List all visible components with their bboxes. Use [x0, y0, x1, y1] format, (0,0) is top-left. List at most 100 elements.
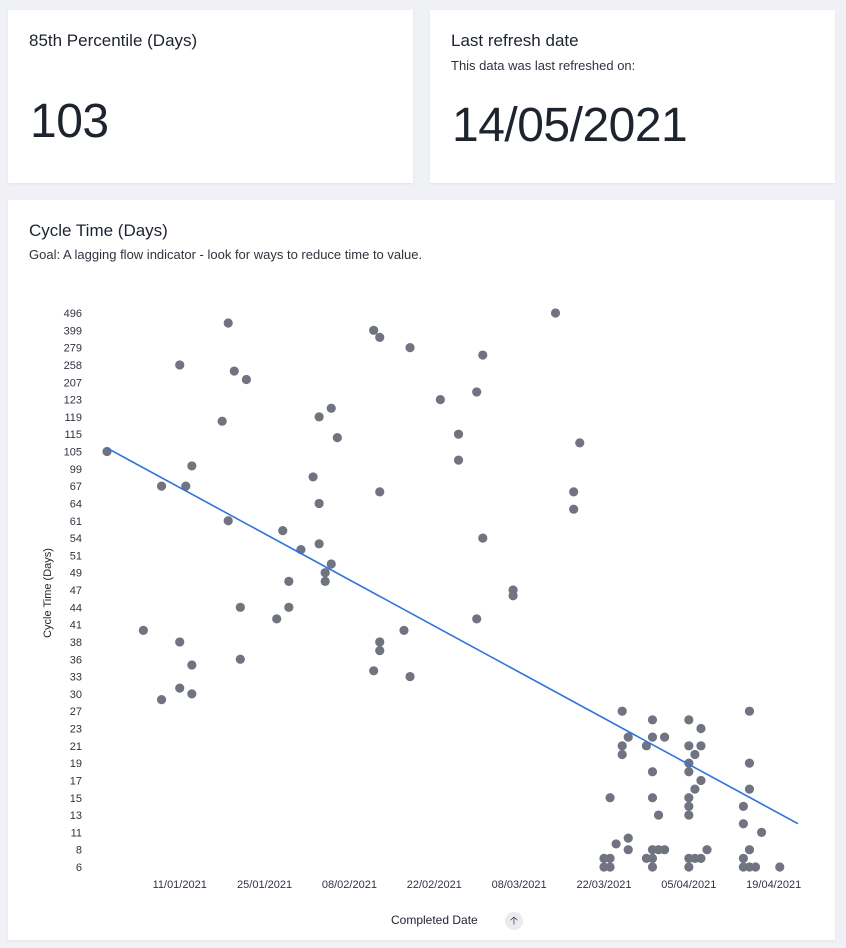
data-point[interactable] — [684, 793, 694, 803]
percentile-value: 103 — [30, 95, 109, 148]
data-point[interactable] — [175, 360, 185, 370]
data-point[interactable] — [284, 602, 294, 612]
data-point[interactable] — [756, 827, 767, 837]
data-point[interactable] — [617, 749, 627, 760]
data-point[interactable] — [375, 637, 385, 647]
data-point[interactable] — [575, 438, 585, 448]
data-point[interactable] — [611, 839, 621, 849]
x-tick-label: 22/03/2021 — [576, 879, 631, 891]
data-point[interactable] — [647, 715, 658, 725]
y-axis-title: Cycle Time (Days) — [42, 548, 54, 638]
data-point[interactable] — [550, 308, 561, 318]
data-point[interactable] — [241, 374, 251, 385]
data-point[interactable] — [653, 810, 664, 820]
data-point[interactable] — [775, 862, 785, 872]
data-point[interactable] — [278, 526, 288, 536]
data-point[interactable] — [738, 801, 748, 812]
data-point[interactable] — [696, 741, 706, 751]
data-point[interactable] — [605, 862, 615, 872]
refresh-card: Last refresh date This data was last ref… — [430, 10, 835, 183]
data-point[interactable] — [684, 767, 694, 777]
data-point[interactable] — [175, 683, 185, 693]
data-point[interactable] — [744, 784, 755, 794]
data-point[interactable] — [320, 576, 330, 586]
data-point[interactable] — [326, 403, 336, 413]
data-point[interactable] — [399, 625, 409, 635]
y-tick-label: 49 — [70, 568, 82, 580]
data-point[interactable] — [605, 853, 615, 863]
data-point[interactable] — [569, 504, 579, 514]
data-point[interactable] — [684, 801, 694, 812]
data-point[interactable] — [696, 853, 706, 863]
data-point[interactable] — [308, 472, 318, 482]
data-point[interactable] — [569, 487, 579, 497]
data-point[interactable] — [478, 533, 488, 543]
data-point[interactable] — [750, 862, 761, 872]
data-point[interactable] — [660, 845, 670, 855]
data-point[interactable] — [738, 819, 748, 829]
data-point[interactable] — [332, 433, 342, 443]
data-point[interactable] — [647, 853, 658, 863]
data-point[interactable] — [623, 845, 633, 855]
data-point[interactable] — [435, 394, 445, 405]
data-point[interactable] — [647, 767, 658, 777]
data-point[interactable] — [187, 461, 197, 471]
data-point[interactable] — [617, 706, 627, 716]
data-point[interactable] — [326, 559, 336, 569]
sort-button[interactable]: 🡡 — [505, 912, 523, 930]
data-point[interactable] — [369, 325, 379, 335]
data-point[interactable] — [690, 749, 700, 760]
data-point[interactable] — [684, 810, 694, 820]
data-point[interactable] — [405, 671, 415, 682]
data-point[interactable] — [375, 332, 385, 342]
data-point[interactable] — [647, 862, 658, 872]
data-point[interactable] — [508, 591, 518, 601]
data-point[interactable] — [235, 602, 245, 612]
data-point[interactable] — [314, 539, 324, 549]
data-point[interactable] — [320, 568, 330, 578]
y-tick-label: 115 — [64, 429, 82, 441]
x-tick-label: 19/04/2021 — [746, 879, 801, 891]
data-point[interactable] — [660, 732, 670, 742]
data-point[interactable] — [369, 666, 379, 676]
data-point[interactable] — [375, 645, 385, 656]
data-point[interactable] — [478, 350, 488, 360]
data-point[interactable] — [453, 429, 464, 439]
data-point[interactable] — [223, 318, 233, 328]
data-point[interactable] — [472, 614, 482, 624]
data-point[interactable] — [156, 481, 167, 491]
data-point[interactable] — [187, 689, 197, 699]
data-point[interactable] — [684, 715, 694, 725]
data-point[interactable] — [696, 723, 706, 734]
data-point[interactable] — [405, 343, 415, 353]
data-point[interactable] — [744, 845, 755, 855]
data-point[interactable] — [453, 455, 464, 465]
data-point[interactable] — [744, 706, 755, 716]
data-point[interactable] — [738, 853, 748, 863]
data-point[interactable] — [284, 576, 294, 586]
data-point[interactable] — [314, 498, 324, 509]
data-point[interactable] — [690, 784, 700, 794]
data-point[interactable] — [684, 741, 694, 751]
data-point[interactable] — [223, 516, 233, 526]
data-point[interactable] — [647, 732, 658, 742]
data-point[interactable] — [696, 775, 706, 786]
data-point[interactable] — [217, 416, 227, 426]
data-point[interactable] — [175, 637, 185, 647]
data-point[interactable] — [472, 387, 482, 397]
data-point[interactable] — [684, 862, 694, 872]
data-point[interactable] — [187, 660, 197, 670]
data-point[interactable] — [605, 793, 615, 803]
data-point[interactable] — [647, 793, 658, 803]
data-point[interactable] — [156, 695, 167, 705]
data-point[interactable] — [702, 845, 712, 855]
data-point[interactable] — [229, 366, 239, 376]
data-point[interactable] — [314, 412, 324, 422]
data-point[interactable] — [623, 833, 633, 843]
data-point[interactable] — [617, 741, 627, 751]
data-point[interactable] — [744, 758, 755, 768]
data-point[interactable] — [375, 487, 385, 497]
data-point[interactable] — [138, 625, 148, 635]
data-point[interactable] — [272, 614, 282, 624]
data-point[interactable] — [235, 654, 245, 664]
